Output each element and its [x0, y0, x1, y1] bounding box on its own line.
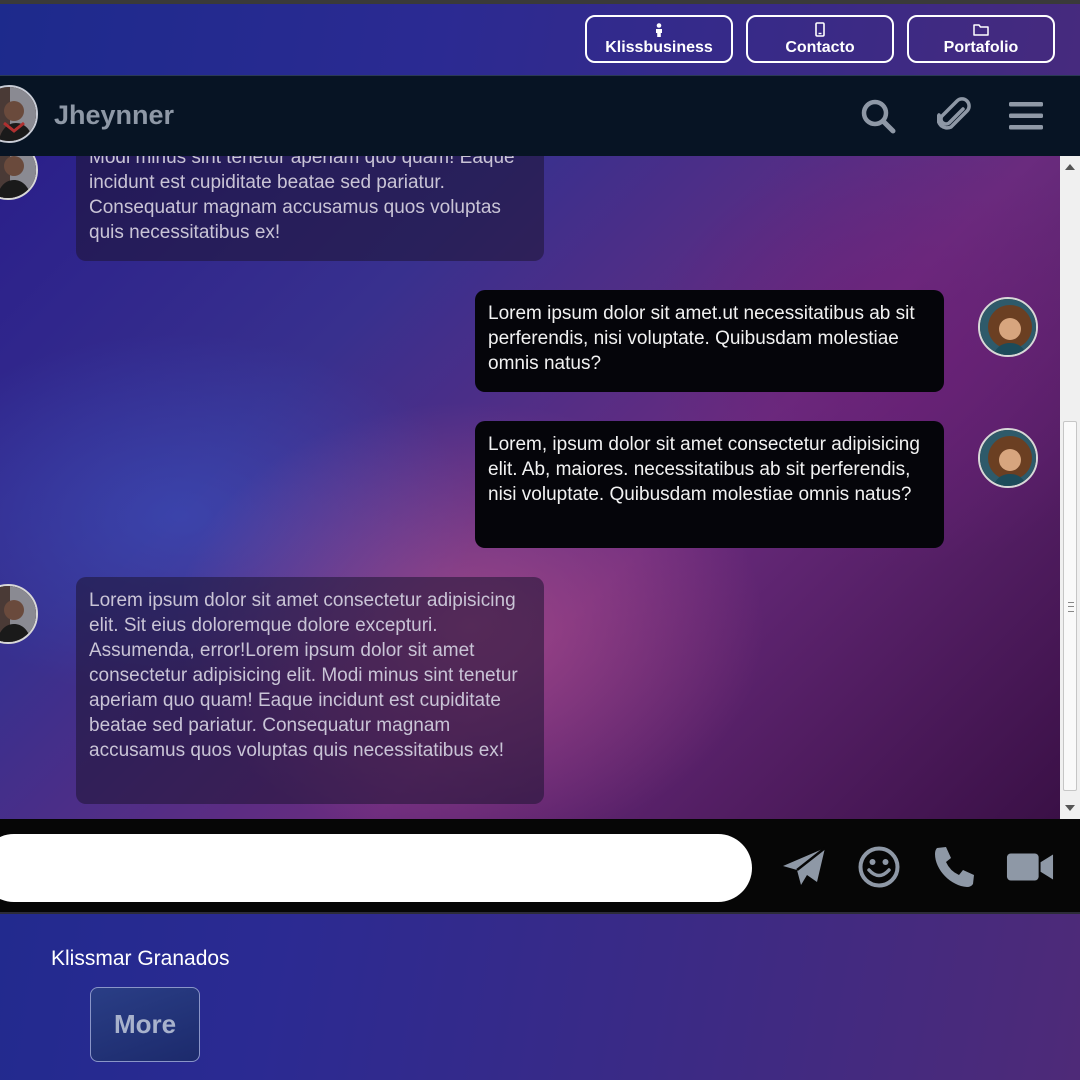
portafolio-label: Portafolio: [943, 38, 1019, 56]
contact-message-avatar: [0, 156, 38, 200]
person-icon: [654, 22, 664, 38]
received-message: Lorem ipsum dolor sit amet consectetur a…: [76, 577, 544, 804]
contact-name: Jheynner: [54, 100, 175, 130]
video-camera-icon[interactable]: [1006, 845, 1054, 889]
send-icon[interactable]: [780, 845, 828, 889]
search-icon[interactable]: [858, 96, 898, 136]
contact-message-avatar: [0, 584, 38, 644]
chat-header: Jheynner: [0, 75, 1080, 156]
emoji-icon[interactable]: [855, 845, 903, 889]
more-button[interactable]: More: [90, 987, 200, 1062]
contacto-label: Contacto: [785, 38, 855, 56]
footer-author-name: Klissmar Granados: [51, 947, 230, 970]
scroll-thumb[interactable]: [1063, 421, 1077, 791]
top-navigation: Klissbusiness Contacto Portafolio: [0, 4, 1080, 75]
message-input[interactable]: [0, 834, 752, 902]
klissbusiness-label: Klissbusiness: [605, 38, 713, 56]
scroll-up-arrow[interactable]: [1065, 164, 1075, 170]
phone-icon: [815, 22, 825, 38]
scrollbar[interactable]: [1060, 156, 1080, 819]
paperclip-icon[interactable]: [934, 96, 974, 136]
sent-message: Lorem, ipsum dolor sit amet consectetur …: [475, 421, 944, 548]
received-message: Modi minus sint tenetur aperiam quo quam…: [76, 156, 544, 261]
user-avatar: [978, 297, 1038, 357]
klissbusiness-button[interactable]: Klissbusiness: [585, 15, 733, 63]
portafolio-button[interactable]: Portafolio: [907, 15, 1055, 63]
sent-message: Lorem ipsum dolor sit amet.ut necessitat…: [475, 290, 944, 392]
folder-icon: [973, 22, 989, 38]
contacto-button[interactable]: Contacto: [746, 15, 894, 63]
contact-avatar[interactable]: [0, 85, 38, 143]
message-list[interactable]: Modi minus sint tenetur aperiam quo quam…: [0, 156, 1060, 819]
message-composer: [0, 819, 1080, 914]
user-avatar: [978, 428, 1038, 488]
menu-icon[interactable]: [1006, 96, 1046, 136]
scroll-down-arrow[interactable]: [1065, 805, 1075, 811]
phone-call-icon[interactable]: [930, 845, 978, 889]
